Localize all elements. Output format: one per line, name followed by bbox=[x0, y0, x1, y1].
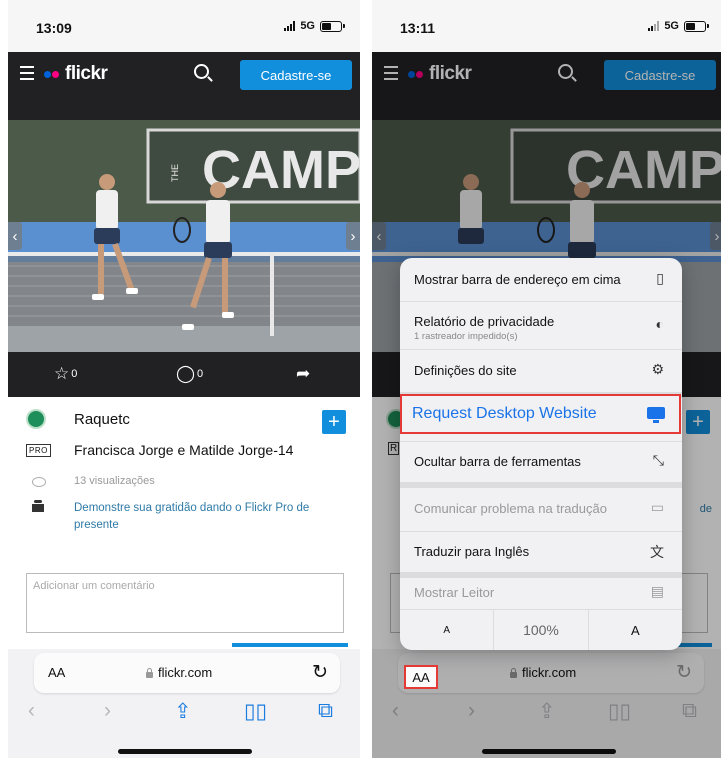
prev-photo-arrow[interactable]: ‹ bbox=[8, 222, 22, 250]
status-bar: 13:11 5G bbox=[372, 0, 721, 52]
shield-icon: ◐ bbox=[655, 316, 664, 332]
menu-item-site-settings[interactable]: Definições do site ⚙ bbox=[400, 350, 682, 398]
comment-button[interactable]: ◯ 0 bbox=[176, 364, 203, 384]
address-bar[interactable]: AA flickr.com ↻ bbox=[34, 653, 340, 693]
menu-item-translate[interactable]: Traduzir para Inglês 文 bbox=[400, 532, 682, 578]
menu-item-label: Ocultar barra de ferramentas bbox=[414, 454, 581, 469]
photo-tennis[interactable]: CAMPU THE bbox=[8, 120, 360, 352]
forward-icon[interactable]: › bbox=[104, 699, 111, 723]
status-icons: 5G bbox=[648, 20, 709, 32]
favorite-count: 0 bbox=[71, 368, 78, 380]
author-name[interactable]: Raquetc bbox=[74, 411, 130, 428]
flickr-dots-icon bbox=[44, 70, 59, 78]
lock-icon bbox=[146, 668, 153, 678]
phone-screen-right: 13:11 5G flickr Cadastre-se CAMPU bbox=[372, 0, 721, 758]
resize-arrows-icon: ⤡ bbox=[652, 452, 664, 468]
flickr-logo[interactable]: flickr bbox=[44, 63, 108, 85]
share-icon[interactable]: ⇪ bbox=[174, 699, 192, 724]
network-label: 5G bbox=[300, 20, 315, 32]
menu-item-label: Mostrar barra de endereço em cima bbox=[414, 272, 621, 287]
page-menu-button[interactable]: AA bbox=[48, 665, 65, 680]
menu-item-label: Comunicar problema na tradução bbox=[414, 501, 607, 516]
monitor-icon bbox=[647, 407, 665, 423]
page-menu-button-highlighted[interactable]: AA bbox=[404, 665, 438, 689]
font-size-row: A 100% A bbox=[400, 610, 682, 650]
search-icon[interactable] bbox=[194, 64, 209, 79]
photo-top-band bbox=[8, 98, 360, 120]
avatar[interactable] bbox=[26, 409, 46, 429]
safari-toolbar: AA flickr.com ↻ ‹ › ⇪ ▯▯ ⧉ bbox=[8, 649, 360, 758]
reader-icon: ▤ bbox=[650, 583, 664, 599]
menu-item-privacy-report[interactable]: Relatório de privacidade 1 rastreador im… bbox=[400, 302, 682, 350]
menu-icon[interactable] bbox=[20, 66, 34, 80]
address-bar-icon: ▯ bbox=[656, 270, 664, 286]
status-icons: 5G bbox=[284, 20, 345, 32]
comment-icon: ◯ bbox=[176, 364, 196, 383]
home-indicator bbox=[118, 749, 252, 754]
menu-item-hide-toolbar[interactable]: Ocultar barra de ferramentas ⤡ bbox=[400, 442, 682, 488]
speech-bubble-icon: ▭ bbox=[650, 499, 664, 515]
gear-icon: ⚙ bbox=[651, 361, 664, 377]
request-desktop-label: Request Desktop Website bbox=[412, 405, 597, 422]
request-desktop-highlight[interactable]: Request Desktop Website bbox=[400, 394, 681, 434]
gift-pro-link[interactable]: Demonstre sua gratidão dando o Flickr Pr… bbox=[74, 500, 344, 534]
bookmarks-icon[interactable]: ▯▯ bbox=[244, 699, 267, 724]
star-icon: ☆ bbox=[54, 364, 70, 383]
reload-icon[interactable]: ↻ bbox=[312, 661, 328, 684]
signal-icon bbox=[648, 21, 660, 31]
signal-icon bbox=[284, 21, 296, 31]
phone-screen-left: 13:09 5G flickr Cadastre-se CAMPU THE bbox=[8, 0, 360, 758]
battery-icon bbox=[684, 20, 709, 32]
signup-button[interactable]: Cadastre-se bbox=[240, 60, 352, 90]
photo-details: Raquetc + PRO Francisca Jorge e Matilde … bbox=[8, 397, 360, 649]
comment-input[interactable]: Adicionar um comentário bbox=[26, 573, 344, 633]
page-settings-menu: Mostrar barra de endereço em cima ▯ Rela… bbox=[400, 258, 682, 650]
share-icon: ➦ bbox=[296, 364, 311, 383]
gift-icon bbox=[32, 500, 44, 512]
font-decrease-button[interactable]: A bbox=[400, 610, 495, 650]
submit-comment-button[interactable] bbox=[232, 643, 348, 647]
photo-action-bar: ☆ 0 ◯ 0 ➦ bbox=[8, 352, 360, 397]
eye-icon bbox=[32, 477, 46, 487]
battery-icon bbox=[320, 20, 345, 32]
menu-item-label: Mostrar Leitor bbox=[414, 585, 495, 600]
share-button[interactable]: ➦ bbox=[296, 364, 310, 384]
follow-button[interactable]: + bbox=[322, 410, 346, 434]
menu-item-show-reader[interactable]: Mostrar Leitor ▤ bbox=[400, 576, 682, 610]
next-photo-arrow[interactable]: › bbox=[346, 222, 360, 250]
comment-count: 0 bbox=[197, 368, 204, 380]
zoom-level: 100% bbox=[494, 610, 589, 650]
status-time: 13:11 bbox=[400, 20, 436, 36]
logo-text: flickr bbox=[65, 63, 108, 84]
view-count: 13 visualizações bbox=[74, 475, 155, 487]
back-icon[interactable]: ‹ bbox=[28, 699, 35, 723]
menu-item-sublabel: 1 rastreador impedido(s) bbox=[414, 331, 518, 342]
status-time: 13:09 bbox=[36, 20, 72, 36]
menu-item-report-translation[interactable]: Comunicar problema na tradução ▭ bbox=[400, 488, 682, 532]
status-bar: 13:09 5G bbox=[8, 0, 360, 52]
translate-icon: 文 bbox=[650, 544, 664, 560]
menu-item-label: Relatório de privacidade bbox=[414, 314, 555, 329]
menu-item-label: Traduzir para Inglês bbox=[414, 544, 530, 559]
photo-title: Francisca Jorge e Matilde Jorge-14 bbox=[74, 442, 294, 458]
favorite-button[interactable]: ☆ 0 bbox=[54, 364, 77, 384]
pro-badge: PRO bbox=[26, 444, 51, 457]
photo-sign-small: THE bbox=[170, 164, 180, 182]
font-increase-button[interactable]: A bbox=[589, 610, 682, 650]
menu-item-address-top[interactable]: Mostrar barra de endereço em cima ▯ bbox=[400, 258, 682, 302]
network-label: 5G bbox=[664, 20, 679, 32]
tabs-icon[interactable]: ⧉ bbox=[318, 699, 333, 723]
menu-item-label: Definições do site bbox=[414, 363, 517, 378]
url-text[interactable]: flickr.com bbox=[158, 665, 212, 680]
flickr-navbar: flickr Cadastre-se bbox=[8, 52, 360, 98]
